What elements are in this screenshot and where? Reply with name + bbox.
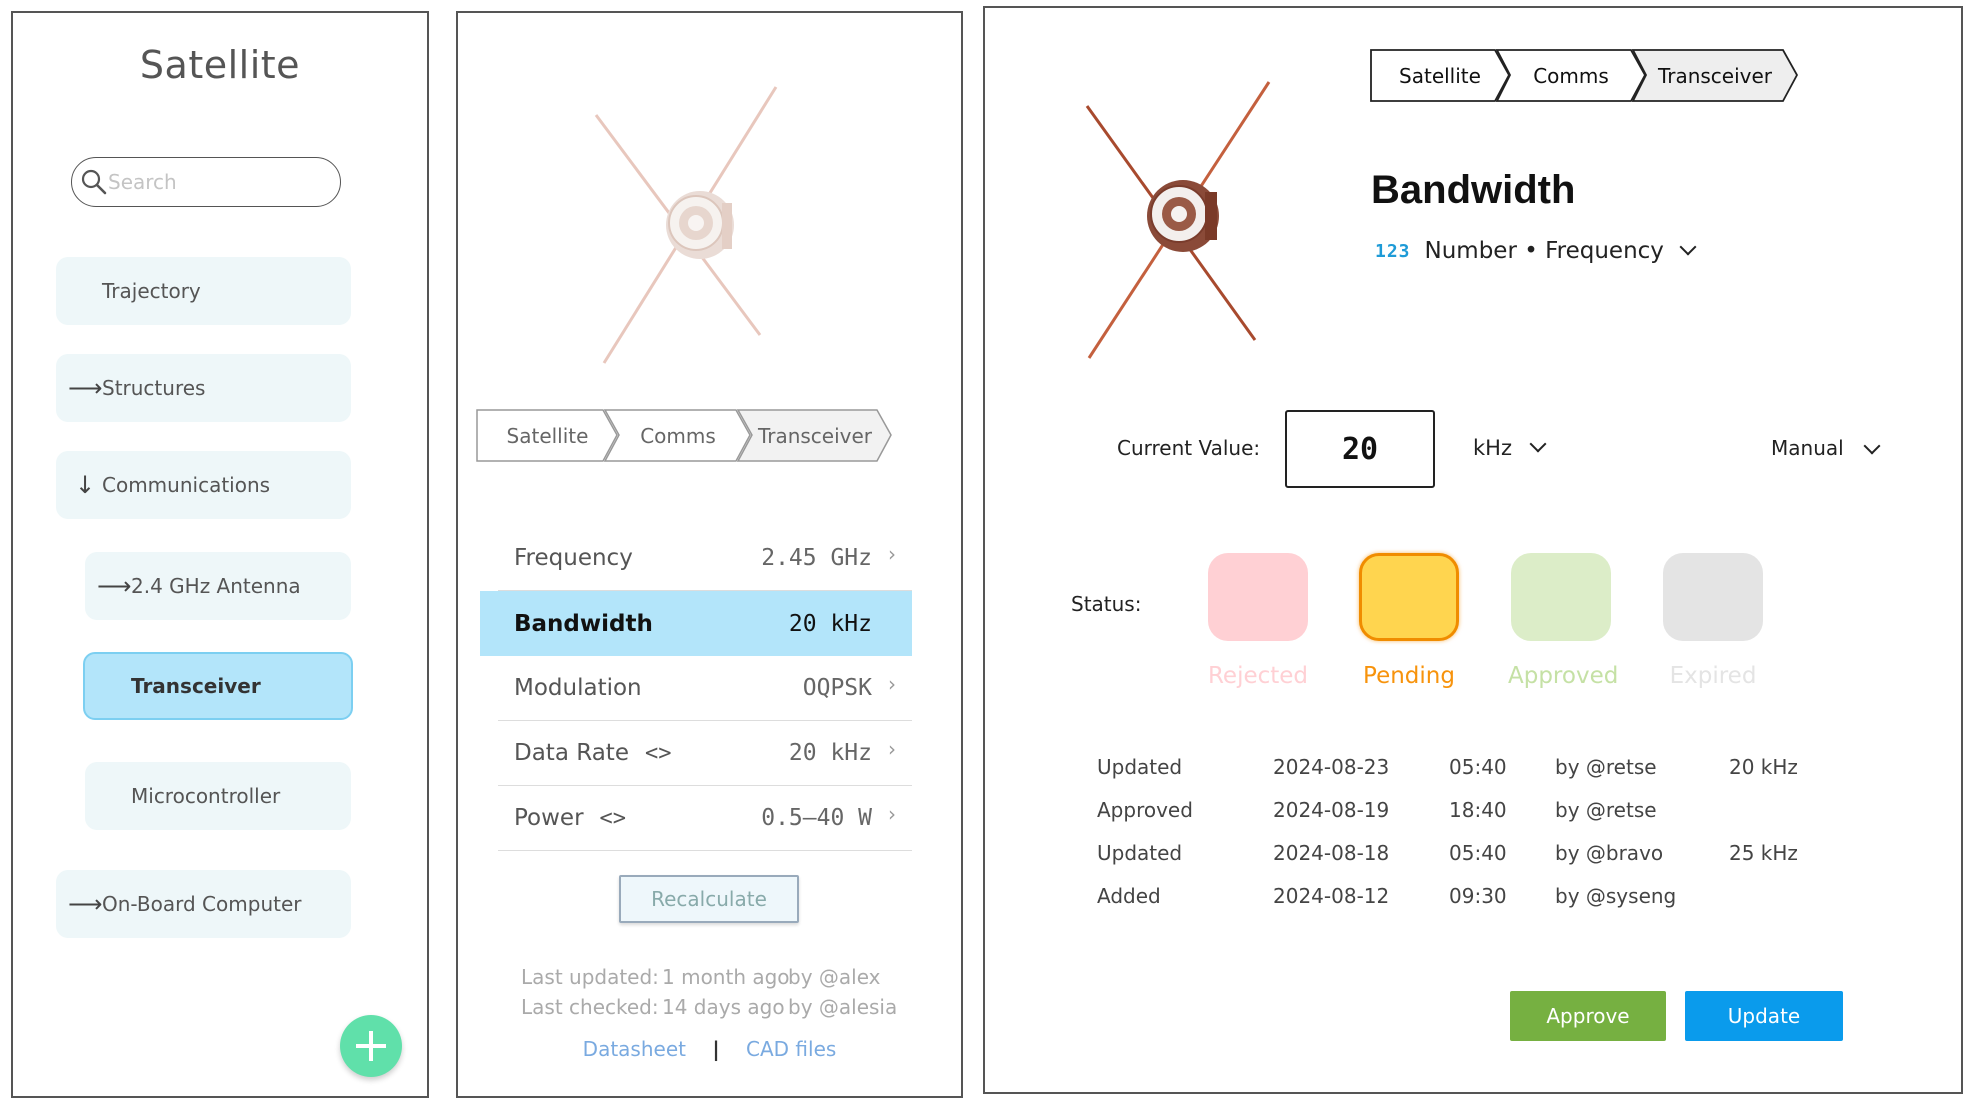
nav-item-trajectory[interactable]: Trajectory [56, 257, 351, 325]
chevron-right-icon: › [888, 737, 896, 761]
datasheet-link[interactable]: Datasheet [583, 1037, 686, 1061]
search-icon [81, 169, 107, 195]
property-editor-panel: Satellite Comms Transceiver Bandwidth 12… [983, 6, 1963, 1094]
approve-button[interactable]: Approve [1510, 991, 1666, 1041]
navigation-panel: Satellite Trajectory ⟶ Structures ↓ Comm… [11, 11, 429, 1098]
nav-item-label: 2.4 GHz Antenna [131, 574, 301, 598]
breadcrumb-item-transceiver[interactable]: Transceiver [1632, 49, 1798, 102]
breadcrumb: Satellite Comms Transceiver [1370, 49, 1798, 102]
document-links: Datasheet | CAD files [458, 1037, 961, 1061]
status-approved[interactable]: Approved [1508, 553, 1618, 689]
search-input[interactable] [108, 167, 328, 197]
chevron-down-icon [1863, 437, 1881, 455]
search-box[interactable] [71, 157, 341, 207]
breadcrumb-item-transceiver[interactable]: Transceiver [737, 409, 893, 462]
property-row-modulation[interactable]: Modulation OQPSK › [498, 656, 912, 721]
nav-item-structures[interactable]: ⟶ Structures [56, 354, 351, 422]
arrow-right-icon: ⟶ [97, 572, 132, 600]
status-swatch [1663, 553, 1763, 641]
nav-item-transceiver[interactable]: Transceiver [83, 652, 353, 720]
nav-item-label: Structures [102, 376, 206, 400]
last-updated: Last updated: 1 month agoby @alex [521, 965, 881, 989]
nav-item-onboard-computer[interactable]: ⟶ On-Board Computer [56, 870, 351, 938]
code-icon: <> [644, 740, 672, 766]
app-title: Satellite [139, 43, 301, 87]
type-label: Number • Frequency [1424, 238, 1664, 264]
status-label: Status: [1071, 592, 1142, 616]
unit-select[interactable]: kHz [1473, 435, 1547, 460]
last-checked: Last checked: 14 days ago by @alesia [521, 995, 898, 1019]
nav-item-label: Transceiver [131, 674, 261, 698]
breadcrumb-item-satellite[interactable]: Satellite [1370, 49, 1510, 102]
status-swatch [1511, 553, 1611, 641]
property-row-bandwidth[interactable]: Bandwidth 20 kHz [480, 591, 912, 656]
arrow-down-icon: ↓ [74, 471, 96, 499]
chevron-right-icon: › [888, 802, 896, 826]
property-row-data-rate[interactable]: Data Rate <> 20 kHz › [498, 721, 912, 786]
add-button[interactable] [340, 1015, 402, 1077]
status-swatch [1359, 553, 1459, 641]
chevron-right-icon: › [888, 672, 896, 696]
nav-item-label: On-Board Computer [102, 892, 302, 916]
arrow-right-icon: ⟶ [68, 890, 103, 918]
cad-files-link[interactable]: CAD files [746, 1037, 836, 1061]
nav-item-microcontroller[interactable]: Microcontroller [85, 762, 351, 830]
status-expired[interactable]: Expired [1660, 553, 1766, 689]
current-value-label: Current Value: [1117, 436, 1261, 460]
component-detail-panel: Satellite Comms Transceiver Frequency 2.… [456, 11, 963, 1098]
satellite-image [594, 86, 778, 364]
link-separator: | [712, 1037, 720, 1061]
nav-item-antenna[interactable]: ⟶ 2.4 GHz Antenna [85, 552, 351, 620]
property-row-frequency[interactable]: Frequency 2.45 GHz › [498, 526, 912, 591]
breadcrumb-item-satellite[interactable]: Satellite [476, 409, 619, 462]
nav-item-communications[interactable]: ↓ Communications [56, 451, 351, 519]
chevron-down-icon [1679, 238, 1697, 256]
current-value-input[interactable]: 20 [1285, 410, 1435, 488]
property-list: Frequency 2.45 GHz › Bandwidth 20 kHz Mo… [480, 526, 912, 851]
status-pending[interactable]: Pending [1356, 553, 1462, 689]
nav-item-label: Communications [102, 473, 271, 497]
property-row-power[interactable]: Power <> 0.5–40 W › [498, 786, 912, 851]
type-selector[interactable]: 123 Number • Frequency [1375, 238, 1697, 264]
update-button[interactable]: Update [1685, 991, 1843, 1041]
nav-item-label: Microcontroller [131, 784, 281, 808]
breadcrumb-item-comms[interactable]: Comms [604, 409, 752, 462]
chevron-right-icon: › [888, 542, 896, 566]
breadcrumb: Satellite Comms Transceiver [476, 409, 893, 462]
recalculate-button[interactable]: Recalculate [619, 875, 799, 923]
status-rejected[interactable]: Rejected [1205, 553, 1311, 689]
code-icon: <> [599, 805, 627, 831]
nav-item-label: Trajectory [102, 279, 201, 303]
satellite-image [1085, 81, 1271, 359]
chevron-down-icon [1529, 435, 1547, 453]
arrow-right-icon: ⟶ [68, 374, 103, 402]
mode-select[interactable]: Manual [1771, 436, 1881, 460]
property-title: Bandwidth [1371, 168, 1576, 212]
status-swatch [1208, 553, 1308, 641]
number-type-icon: 123 [1375, 240, 1411, 262]
breadcrumb-item-comms[interactable]: Comms [1496, 49, 1646, 102]
